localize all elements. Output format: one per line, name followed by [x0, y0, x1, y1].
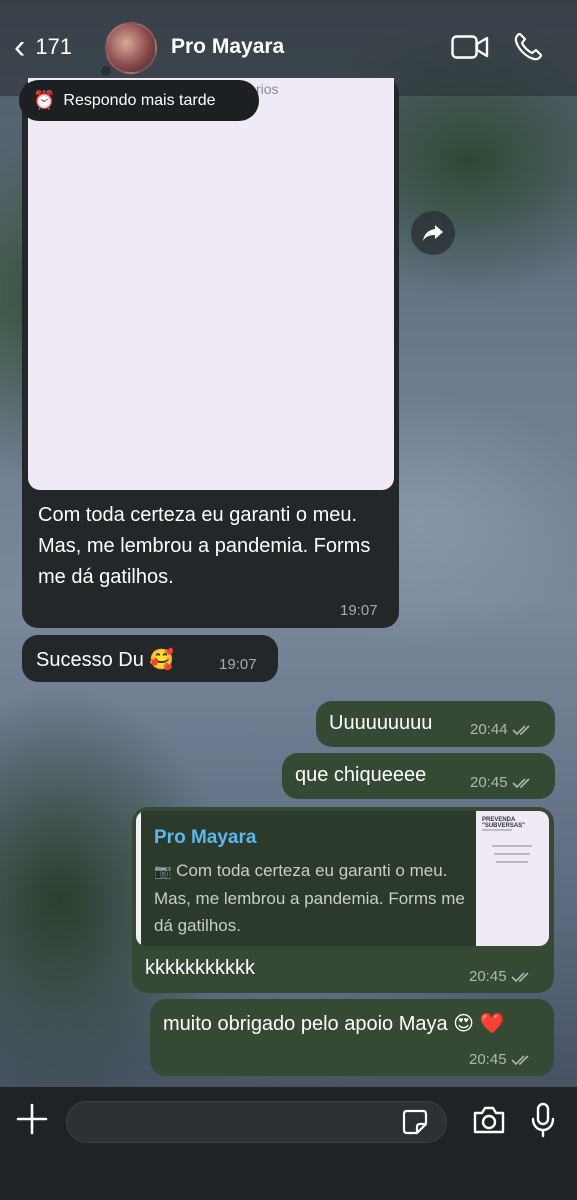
- plus-icon[interactable]: [16, 1103, 48, 1135]
- quote-text: Com toda certeza eu garanti o meu. Mas, …: [154, 861, 465, 935]
- outgoing-reply-message[interactable]: Pro Mayara 📷 Com toda certeza eu garanti…: [132, 807, 554, 993]
- outgoing-text-message[interactable]: Uuuuuuuuu 20:44: [316, 701, 555, 747]
- message-time: 19:07: [340, 602, 378, 619]
- microphone-icon[interactable]: [531, 1102, 555, 1138]
- image-preview[interactable]: rios: [28, 78, 394, 490]
- phone-call-icon[interactable]: [513, 32, 543, 62]
- quote-thumbnail: PREVENDA "SUBVERSAS": [476, 811, 549, 946]
- message-time: 20:45: [469, 968, 533, 985]
- message-input[interactable]: [66, 1101, 447, 1143]
- composer-bar: [0, 1087, 577, 1200]
- message-text: Sucesso Du 🥰: [36, 649, 175, 671]
- time-value: 20:44: [470, 721, 508, 738]
- read-ticks-icon: [510, 971, 529, 982]
- message-time: 19:07: [219, 656, 257, 673]
- back-button[interactable]: ‹ 171: [14, 28, 73, 66]
- message-text: kkkkkkkkkkk: [145, 957, 255, 979]
- forward-icon: [423, 225, 443, 241]
- incoming-text-message[interactable]: Sucesso Du 🥰 19:07: [22, 635, 278, 682]
- avatar[interactable]: [105, 22, 157, 74]
- thumbnail-line: [494, 853, 530, 855]
- thumbnail-line: [492, 845, 532, 847]
- incoming-image-message[interactable]: rios Com toda certeza eu garanti o meu. …: [22, 78, 399, 628]
- time-value: 20:45: [469, 968, 507, 985]
- thumbnail-line: [496, 861, 528, 863]
- outgoing-text-message[interactable]: que chiqueeee 20:45: [282, 753, 555, 799]
- chevron-left-icon: ‹: [14, 28, 26, 66]
- message-text: que chiqueeee: [295, 764, 427, 786]
- quote-bar: [136, 811, 141, 946]
- camera-icon[interactable]: [472, 1105, 506, 1135]
- thumbnail-line: [482, 829, 512, 831]
- message-text: Uuuuuuuuu: [329, 712, 433, 734]
- unread-count: 171: [35, 34, 73, 59]
- quote-text-container: 📷 Com toda certeza eu garanti o meu. Mas…: [154, 857, 474, 939]
- status-badge: ⏰ Respondo mais tarde: [19, 80, 259, 121]
- message-text: muito obrigado pelo apoio Maya 😍 ❤️: [163, 1013, 505, 1035]
- read-ticks-icon: [510, 1054, 529, 1065]
- message-time: 20:44: [470, 721, 534, 738]
- status-dot: [101, 66, 111, 76]
- time-value: 20:45: [469, 1051, 507, 1068]
- read-ticks-icon: [511, 777, 530, 788]
- message-time: 20:45: [470, 774, 534, 791]
- camera-icon: 📷: [154, 863, 172, 879]
- contact-name[interactable]: Pro Mayara: [171, 35, 284, 59]
- quoted-message[interactable]: Pro Mayara 📷 Com toda certeza eu garanti…: [136, 811, 549, 946]
- video-call-icon[interactable]: [451, 34, 489, 60]
- message-time: 20:45: [469, 1051, 533, 1068]
- thumbnail-heading: PREVENDA "SUBVERSAS": [482, 817, 526, 829]
- status-text: Respondo mais tarde: [63, 91, 216, 109]
- image-text-fragment: rios: [256, 81, 279, 97]
- alarm-clock-icon: ⏰: [33, 90, 56, 110]
- forward-button[interactable]: [411, 211, 455, 255]
- time-value: 20:45: [470, 774, 508, 791]
- read-ticks-icon: [511, 724, 530, 735]
- outgoing-text-message[interactable]: muito obrigado pelo apoio Maya 😍 ❤️ 20:4…: [150, 999, 554, 1076]
- quote-author: Pro Mayara: [154, 827, 257, 848]
- sticker-icon[interactable]: [402, 1109, 428, 1135]
- message-text: Com toda certeza eu garanti o meu. Mas, …: [38, 504, 371, 588]
